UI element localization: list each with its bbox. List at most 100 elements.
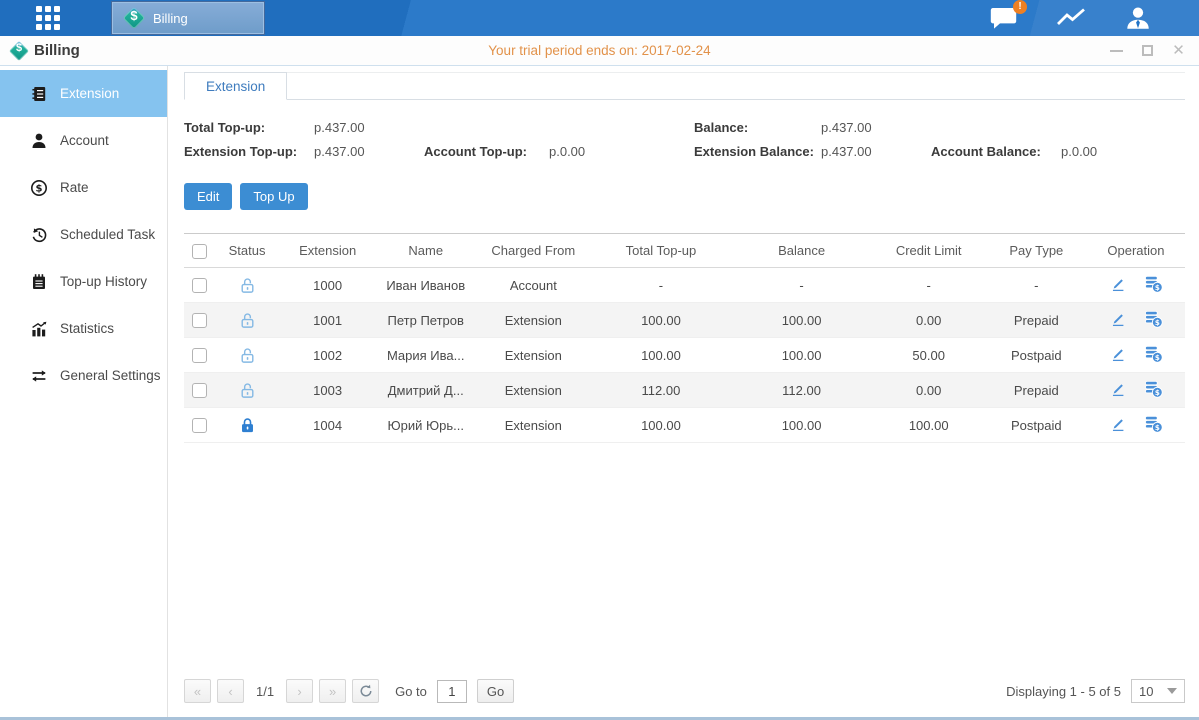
sidebar-item-label: Account — [60, 133, 109, 148]
extension-balance-value: p.437.00 — [821, 144, 931, 159]
person-icon — [30, 132, 48, 150]
messages-icon[interactable]: ! — [989, 6, 1019, 31]
extension-balance-label: Extension Balance: — [694, 144, 821, 159]
svg-text:$: $ — [1155, 388, 1160, 397]
last-page-button[interactable]: » — [319, 679, 346, 703]
cell-credit-limit: 0.00 — [872, 303, 986, 338]
table-row: 1004Юрий Юрь...Extension100.00100.00100.… — [184, 408, 1185, 443]
cell-total-topup: 100.00 — [590, 303, 731, 338]
refresh-button[interactable] — [352, 679, 379, 703]
extension-topup-value: p.437.00 — [314, 144, 424, 159]
cell-extension: 1004 — [280, 408, 375, 443]
cell-total-topup: 100.00 — [590, 338, 731, 373]
sidebar-item-label: Extension — [60, 86, 119, 101]
prev-page-button[interactable]: ‹ — [217, 679, 244, 703]
table-row: 1003Дмитрий Д...Extension112.00112.000.0… — [184, 373, 1185, 408]
sidebar-item-label: Statistics — [60, 321, 114, 336]
col-balance: Balance — [732, 234, 872, 268]
next-page-button[interactable]: › — [286, 679, 313, 703]
sidebar-item-label: Scheduled Task — [60, 227, 155, 242]
cell-extension: 1000 — [280, 268, 375, 303]
cell-total-topup: 112.00 — [590, 373, 731, 408]
close-button[interactable]: ✕ — [1172, 44, 1185, 57]
sidebar-item-scheduled-task[interactable]: Scheduled Task — [0, 211, 167, 258]
col-operation: Operation — [1087, 234, 1185, 268]
top-up-extension-icon[interactable]: $ — [1144, 414, 1163, 433]
edit-extension-icon[interactable] — [1109, 310, 1127, 328]
cell-balance: 112.00 — [732, 373, 872, 408]
sidebar-item-statistics[interactable]: Statistics — [0, 305, 167, 352]
statistics-chart-icon[interactable] — [1055, 5, 1087, 31]
col-pay-type: Pay Type — [986, 234, 1087, 268]
col-total-topup: Total Top-up — [590, 234, 731, 268]
user-account-icon[interactable] — [1123, 5, 1153, 31]
pagination-bar: « ‹ 1/1 › » Go to Go Displaying 1 - 5 of… — [184, 679, 1185, 703]
taskbar-tab-billing[interactable]: $ Billing — [112, 2, 264, 34]
bar-chart-icon — [30, 320, 48, 338]
top-system-bar: $ Billing ! — [0, 0, 1199, 36]
sidebar-item-account[interactable]: Account — [0, 117, 167, 164]
cell-charged-from: Extension — [476, 338, 590, 373]
cell-charged-from: Extension — [476, 373, 590, 408]
sidebar-item-general-settings[interactable]: General Settings — [0, 352, 167, 399]
table-header-row: Status Extension Name Charged From Total… — [184, 234, 1185, 268]
page-size-value: 10 — [1139, 684, 1153, 699]
cell-credit-limit: - — [872, 268, 986, 303]
unlocked-icon — [239, 347, 256, 364]
billing-dollar-diamond-icon: $ — [123, 7, 145, 29]
page-size-select[interactable]: 10 — [1131, 679, 1185, 703]
balance-value: p.437.00 — [821, 120, 931, 135]
col-extension: Extension — [280, 234, 375, 268]
edit-button[interactable]: Edit — [184, 183, 232, 210]
total-topup-label: Total Top-up: — [184, 120, 314, 135]
top-up-extension-icon[interactable]: $ — [1144, 309, 1163, 328]
cell-balance: 100.00 — [732, 408, 872, 443]
displaying-text: Displaying 1 - 5 of 5 — [1006, 684, 1121, 699]
total-topup-value: p.437.00 — [314, 120, 424, 135]
app-launcher-icon[interactable] — [36, 6, 60, 30]
cell-name: Юрий Юрь... — [375, 408, 476, 443]
first-page-button[interactable]: « — [184, 679, 211, 703]
row-checkbox[interactable] — [192, 278, 207, 293]
cell-charged-from: Extension — [476, 408, 590, 443]
locked-icon — [239, 417, 256, 434]
unlocked-icon — [239, 382, 256, 399]
goto-label: Go to — [395, 684, 427, 699]
col-charged-from: Charged From — [476, 234, 590, 268]
svg-text:$: $ — [1155, 353, 1160, 362]
table-row: 1002Мария Ива...Extension100.00100.0050.… — [184, 338, 1185, 373]
top-up-extension-icon[interactable]: $ — [1144, 344, 1163, 363]
sidebar: Extension Account $ Rate — [0, 66, 168, 717]
cell-name: Дмитрий Д... — [375, 373, 476, 408]
tab-extension[interactable]: Extension — [184, 72, 287, 100]
account-balance-value: p.0.00 — [1061, 144, 1185, 159]
sidebar-item-extension[interactable]: Extension — [0, 70, 167, 117]
row-checkbox[interactable] — [192, 418, 207, 433]
maximize-button[interactable] — [1141, 44, 1154, 57]
edit-extension-icon[interactable] — [1109, 275, 1127, 293]
goto-page-input[interactable] — [437, 680, 467, 703]
go-button[interactable]: Go — [477, 679, 514, 703]
minimize-button[interactable] — [1110, 44, 1123, 57]
cell-pay-type: Prepaid — [986, 373, 1087, 408]
taskbar-tab-label: Billing — [153, 11, 188, 26]
sidebar-item-topup-history[interactable]: Top-up History — [0, 258, 167, 305]
select-all-checkbox[interactable] — [192, 244, 207, 259]
row-checkbox[interactable] — [192, 348, 207, 363]
row-checkbox[interactable] — [192, 313, 207, 328]
cell-credit-limit: 50.00 — [872, 338, 986, 373]
cell-name: Иван Иванов — [375, 268, 476, 303]
svg-text:$: $ — [1155, 318, 1160, 327]
top-up-extension-icon[interactable]: $ — [1144, 379, 1163, 398]
top-up-button[interactable]: Top Up — [240, 183, 307, 210]
edit-extension-icon[interactable] — [1109, 345, 1127, 363]
edit-extension-icon[interactable] — [1109, 415, 1127, 433]
sidebar-item-label: General Settings — [60, 368, 161, 383]
top-up-extension-icon[interactable]: $ — [1144, 274, 1163, 293]
cell-extension: 1002 — [280, 338, 375, 373]
chevron-down-icon — [1167, 688, 1177, 694]
row-checkbox[interactable] — [192, 383, 207, 398]
edit-extension-icon[interactable] — [1109, 380, 1127, 398]
sidebar-item-rate[interactable]: $ Rate — [0, 164, 167, 211]
status-unlocked — [214, 303, 280, 338]
